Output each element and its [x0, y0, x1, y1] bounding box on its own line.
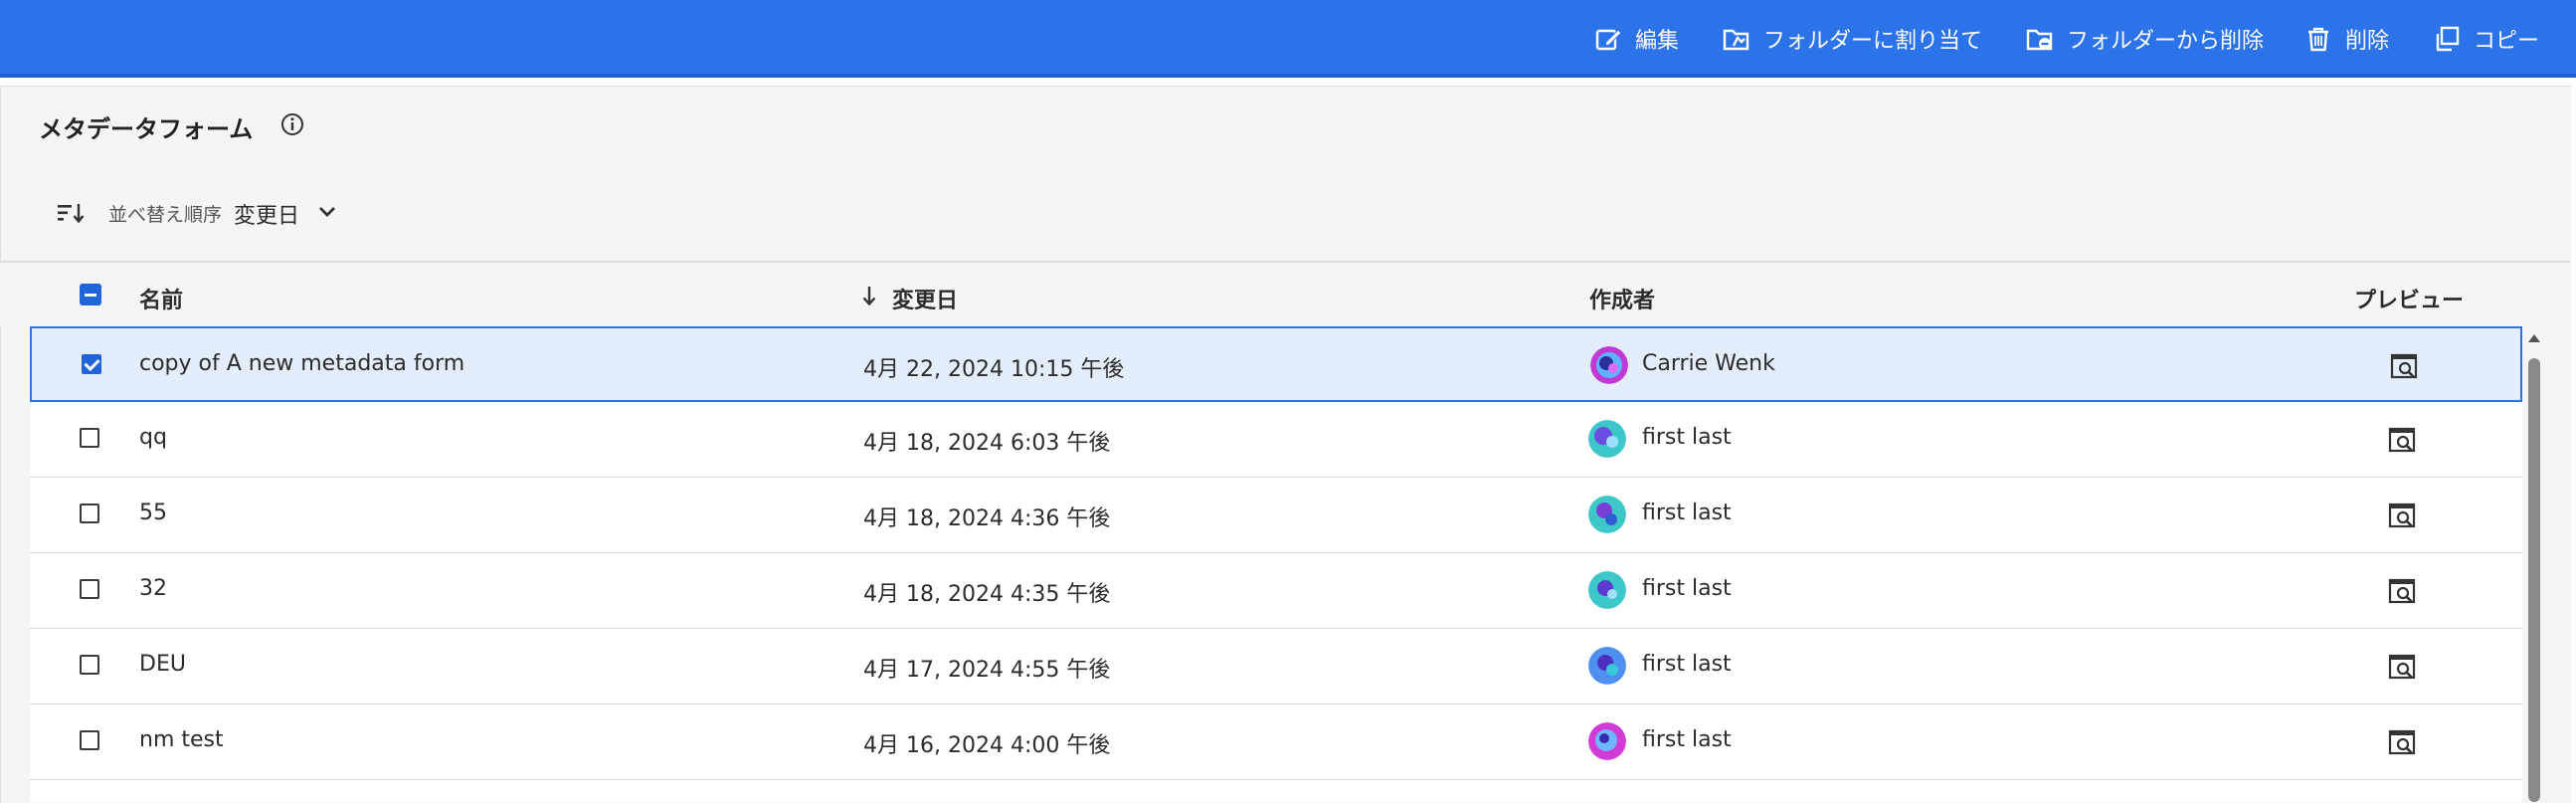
modified-date: 4月 18, 2024 4:36 午後: [863, 506, 1111, 531]
modified-date: 4月 22, 2024 10:15 午後: [863, 357, 1125, 382]
trash-icon: [2308, 27, 2328, 52]
preview-icon[interactable]: [2387, 500, 2419, 531]
table-row[interactable]: copy of A new metadata form 4月 22, 2024 …: [30, 326, 2522, 402]
preview-icon[interactable]: [2387, 424, 2419, 456]
folder-assign-icon: [1723, 29, 1749, 51]
row-checkbox[interactable]: [80, 730, 99, 750]
author-name: first last: [1642, 652, 1732, 677]
edit-icon: [1595, 29, 1622, 51]
sort-icon[interactable]: [56, 200, 86, 226]
copy-label: コピー: [2474, 29, 2540, 54]
form-name: 55: [139, 501, 167, 525]
modified-date: 4月 16, 2024 4:00 午後: [863, 733, 1111, 758]
row-checkbox[interactable]: [80, 579, 99, 599]
column-header-modified[interactable]: 変更日: [892, 283, 958, 314]
preview-icon[interactable]: [2389, 350, 2421, 382]
table-row[interactable]: [30, 780, 2522, 802]
table-row[interactable]: 55 4月 18, 2024 4:36 午後 first last: [30, 478, 2522, 553]
avatar: [1588, 571, 1626, 609]
assign-to-folder-label: フォルダーに割り当て: [1763, 29, 1983, 54]
copy-button[interactable]: コピー: [2432, 0, 2539, 78]
action-toolbar: 編集 フォルダーに割り当て フォルダーから削除 削除 コピー: [0, 0, 2576, 78]
row-checkbox[interactable]: [82, 354, 101, 374]
edit-label: 編集: [1635, 29, 1680, 54]
form-name: copy of A new metadata form: [139, 351, 465, 376]
row-checkbox[interactable]: [80, 503, 99, 523]
form-name: nm test: [139, 727, 224, 752]
delete-button[interactable]: 削除: [2303, 0, 2389, 78]
column-header-preview: プレビュー: [2354, 289, 2465, 313]
select-all-checkbox[interactable]: [80, 284, 101, 305]
table-row[interactable]: 32 4月 18, 2024 4:35 午後 first last: [30, 553, 2522, 629]
sort-order-label: 並べ替え順序: [108, 204, 223, 226]
author-name: first last: [1642, 727, 1732, 752]
form-name: DEU: [139, 652, 186, 677]
form-name: qq: [139, 425, 167, 450]
edit-button[interactable]: 編集: [1593, 0, 1679, 78]
modified-date: 4月 18, 2024 4:35 午後: [863, 582, 1111, 607]
column-header-name[interactable]: 名前: [139, 283, 183, 314]
sort-descending-icon: [862, 287, 876, 306]
author-name: first last: [1642, 425, 1732, 450]
folder-remove-icon: [2026, 29, 2053, 51]
table-row[interactable]: nm test 4月 16, 2024 4:00 午後 first last: [30, 704, 2522, 780]
remove-from-folder-button[interactable]: フォルダーから削除: [2025, 0, 2264, 78]
modified-date: 4月 18, 2024 6:03 午後: [863, 431, 1111, 456]
preview-icon[interactable]: [2387, 726, 2419, 758]
row-checkbox[interactable]: [80, 655, 99, 675]
preview-icon[interactable]: [2387, 651, 2419, 683]
form-name: 32: [139, 576, 167, 601]
chevron-down-icon[interactable]: [314, 199, 340, 225]
scrollbar-thumb[interactable]: [2528, 358, 2540, 802]
avatar: [1590, 346, 1628, 384]
avatar: [1588, 647, 1626, 685]
author-name: first last: [1642, 576, 1732, 601]
scroll-up-arrow-icon[interactable]: [2526, 331, 2542, 345]
row-checkbox[interactable]: [80, 428, 99, 448]
preview-icon[interactable]: [2387, 575, 2419, 607]
column-header-author[interactable]: 作成者: [1589, 283, 1655, 314]
avatar: [1588, 496, 1626, 533]
table-header: [0, 263, 2570, 326]
assign-to-folder-button[interactable]: フォルダーに割り当て: [1722, 0, 1982, 78]
delete-label: 削除: [2345, 29, 2390, 54]
table-row[interactable]: DEU 4月 17, 2024 4:55 午後 first last: [30, 629, 2522, 704]
page-title: メタデータフォーム: [39, 115, 254, 143]
author-name: Carrie Wenk: [1642, 351, 1775, 376]
table-row[interactable]: qq 4月 18, 2024 6:03 午後 first last: [30, 402, 2522, 478]
avatar: [1588, 722, 1626, 760]
sort-order-dropdown[interactable]: 変更日: [234, 198, 299, 230]
remove-from-folder-label: フォルダーから削除: [2067, 29, 2265, 54]
author-name: first last: [1642, 501, 1732, 525]
info-icon[interactable]: [279, 111, 305, 137]
avatar: [1588, 420, 1626, 458]
copy-icon: [2436, 26, 2460, 52]
modified-date: 4月 17, 2024 4:55 午後: [863, 658, 1111, 683]
